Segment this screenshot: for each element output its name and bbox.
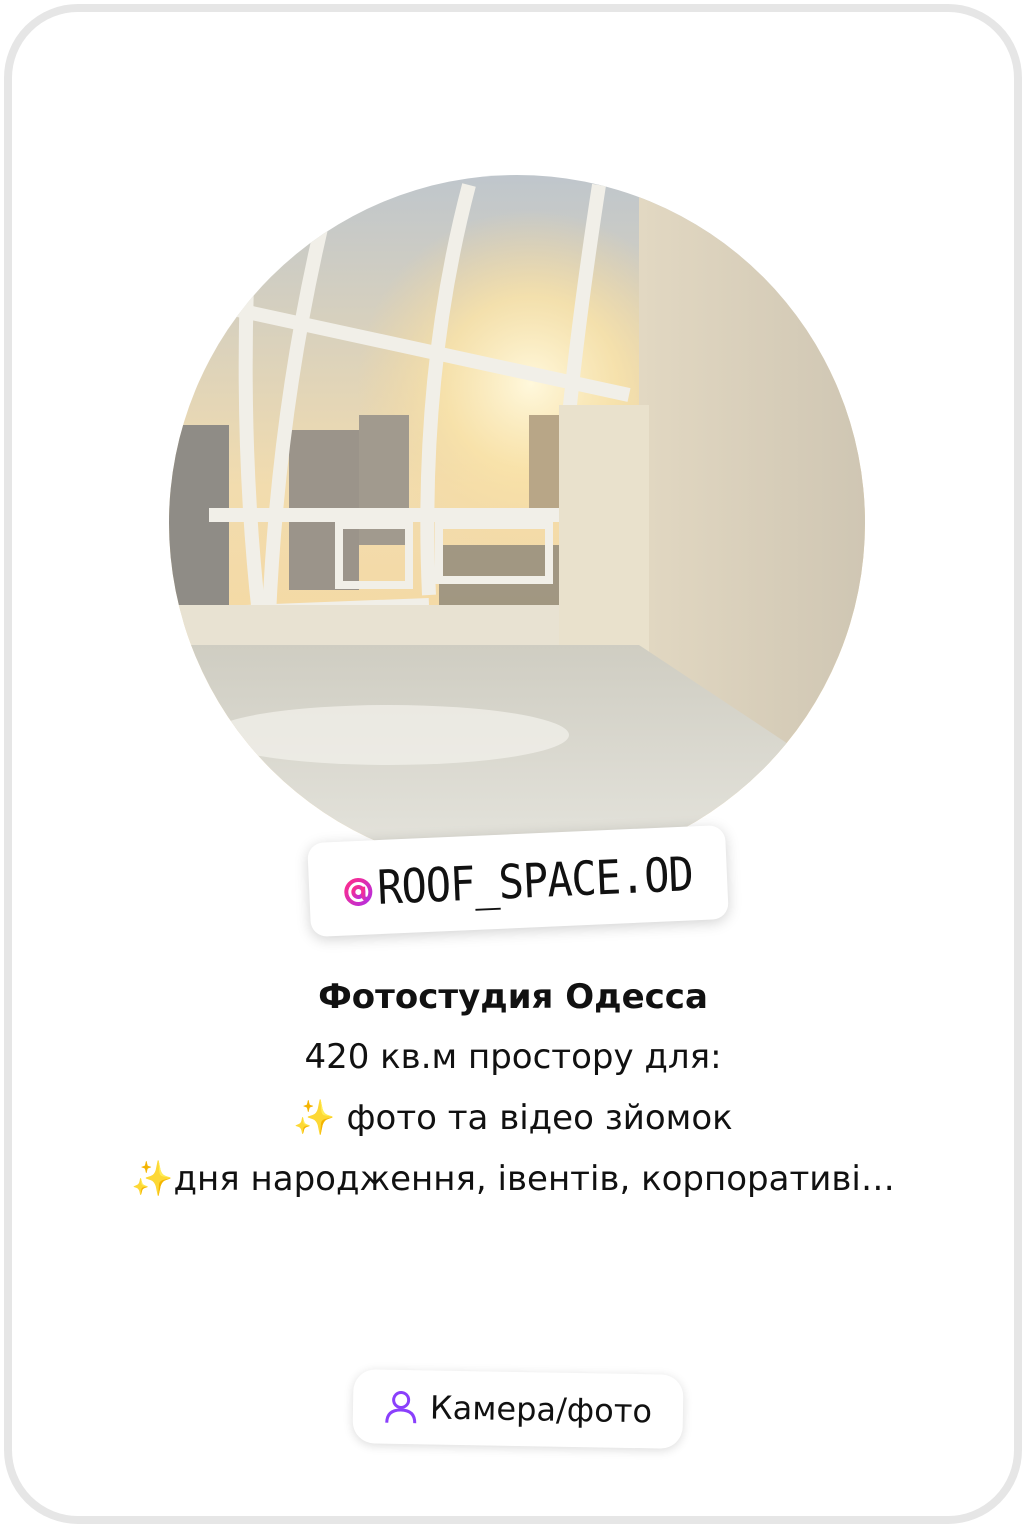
at-sign-icon: [344, 877, 373, 906]
bio-line-2: ✨ фото та відео зйомок: [293, 1098, 733, 1138]
category-label: Камера/фото: [429, 1388, 653, 1431]
handle-sticker[interactable]: ROOF_SPACE.OD: [307, 824, 729, 938]
profile-name: Фотостудия Одесса: [318, 977, 708, 1017]
profile-handle: ROOF_SPACE.OD: [376, 845, 694, 915]
rooftop-studio-photo: [169, 175, 865, 871]
bio-line-1: 420 кв.м простору для:: [304, 1037, 722, 1077]
bio-line-3: ✨дня народження, івентів, корпоративі…: [131, 1159, 895, 1199]
person-icon: [385, 1390, 417, 1424]
profile-avatar[interactable]: [169, 175, 865, 871]
category-pill[interactable]: Камера/фото: [352, 1369, 684, 1449]
profile-bio: Фотостудия Одесса 420 кв.м простору для:…: [12, 967, 1014, 1210]
profile-card: ROOF_SPACE.OD Фотостудия Одесса 420 кв.м…: [4, 4, 1022, 1524]
